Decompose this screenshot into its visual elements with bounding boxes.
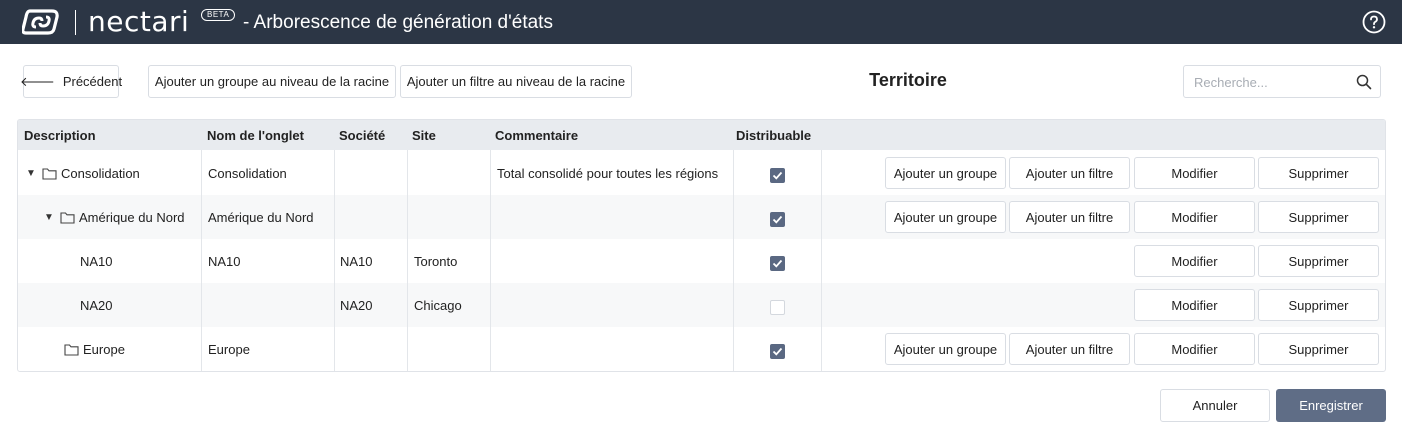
table-row: Europe Europe Ajouter un groupe Ajouter … (18, 327, 1385, 371)
column-divider (733, 150, 734, 371)
column-divider (334, 150, 335, 371)
row-description: Europe (83, 341, 125, 357)
search-input[interactable] (1194, 72, 1349, 92)
column-header-tab-name[interactable]: Nom de l'onglet (207, 128, 304, 143)
delete-button[interactable]: Supprimer (1258, 201, 1379, 233)
table-row: ▼ Amérique du Nord Amérique du Nord Ajou… (18, 195, 1385, 239)
distributable-checkbox[interactable] (770, 344, 785, 359)
table-row: NA10 NA10 NA10 Toronto Modifier Supprime… (18, 239, 1385, 283)
row-description: Consolidation (61, 165, 140, 181)
distributable-checkbox[interactable] (770, 212, 785, 227)
distributable-checkbox[interactable] (770, 256, 785, 271)
top-bar: nectari BETA - Arborescence de génératio… (0, 0, 1402, 44)
add-filter-button[interactable]: Ajouter un filtre (1009, 201, 1130, 233)
tab-name-cell: Amérique du Nord (208, 209, 314, 225)
folder-icon (60, 211, 75, 224)
delete-button[interactable]: Supprimer (1258, 245, 1379, 277)
column-divider (201, 150, 202, 371)
arrow-left-icon: 🡐 (19, 73, 55, 89)
save-button[interactable]: Enregistrer (1276, 389, 1386, 422)
add-root-filter-button[interactable]: Ajouter un filtre au niveau de la racine (400, 65, 632, 98)
row-description: NA10 (80, 253, 113, 269)
back-button[interactable]: 🡐 Précédent (19, 65, 123, 98)
company-cell: NA20 (340, 297, 373, 313)
description-cell: ▼ Consolidation (26, 151, 140, 195)
app-title: - Arborescence de génération d'états (243, 12, 553, 33)
delete-button[interactable]: Supprimer (1258, 157, 1379, 189)
column-divider (821, 150, 822, 371)
add-group-button[interactable]: Ajouter un groupe (885, 333, 1006, 365)
edit-button[interactable]: Modifier (1134, 333, 1255, 365)
column-header-description[interactable]: Description (24, 128, 96, 143)
comment-cell: Total consolidé pour toutes les régions (497, 165, 719, 181)
row-description: NA20 (80, 297, 113, 313)
folder-icon (64, 343, 79, 356)
site-cell: Toronto (414, 253, 458, 269)
caret-down-icon[interactable]: ▼ (44, 212, 54, 223)
distributable-checkbox[interactable] (770, 168, 785, 183)
edit-button[interactable]: Modifier (1134, 157, 1255, 189)
edit-button[interactable]: Modifier (1134, 245, 1255, 277)
row-description: Amérique du Nord (79, 209, 185, 225)
table-row: ▼ Consolidation Consolidation Total cons… (18, 151, 1385, 195)
column-divider (407, 150, 408, 371)
logo-separator (75, 10, 76, 35)
site-cell: Chicago (414, 297, 462, 313)
folder-icon (42, 167, 57, 180)
nectari-logo-icon (22, 9, 59, 35)
column-header-site[interactable]: Site (412, 128, 436, 143)
search-icon[interactable] (1356, 74, 1372, 90)
column-header-comment[interactable]: Commentaire (495, 128, 578, 143)
column-divider (490, 150, 491, 371)
page-title: Territoire (869, 70, 947, 90)
delete-button[interactable]: Supprimer (1258, 333, 1379, 365)
distributable-checkbox[interactable] (770, 300, 785, 315)
description-cell: NA10 (80, 239, 113, 283)
edit-button[interactable]: Modifier (1134, 289, 1255, 321)
add-filter-button[interactable]: Ajouter un filtre (1009, 333, 1130, 365)
help-icon[interactable] (1362, 10, 1386, 34)
table-row: NA20 NA20 Chicago Modifier Supprimer (18, 283, 1385, 327)
tree-table: Description Nom de l'onglet Société Site… (17, 119, 1386, 372)
description-cell: Europe (64, 327, 125, 371)
description-cell: ▼ Amérique du Nord (44, 195, 185, 239)
add-filter-button[interactable]: Ajouter un filtre (1009, 157, 1130, 189)
table-header: Description Nom de l'onglet Société Site… (18, 120, 1385, 150)
column-header-company[interactable]: Société (339, 128, 385, 143)
cancel-button[interactable]: Annuler (1160, 389, 1270, 422)
search-box[interactable] (1183, 65, 1381, 98)
beta-badge: BETA (201, 9, 236, 21)
tab-name-cell: Consolidation (208, 165, 287, 181)
brand-name: nectari (88, 5, 190, 38)
column-header-distributable[interactable]: Distribuable (736, 128, 811, 143)
tab-name-cell: NA10 (208, 253, 241, 269)
caret-down-icon[interactable]: ▼ (26, 168, 36, 179)
edit-button[interactable]: Modifier (1134, 201, 1255, 233)
description-cell: NA20 (80, 283, 113, 327)
delete-button[interactable]: Supprimer (1258, 289, 1379, 321)
add-root-group-button[interactable]: Ajouter un groupe au niveau de la racine (148, 65, 396, 98)
back-button-label: Précédent (62, 74, 123, 89)
add-group-button[interactable]: Ajouter un groupe (885, 201, 1006, 233)
add-group-button[interactable]: Ajouter un groupe (885, 157, 1006, 189)
tab-name-cell: Europe (208, 341, 250, 357)
company-cell: NA10 (340, 253, 373, 269)
